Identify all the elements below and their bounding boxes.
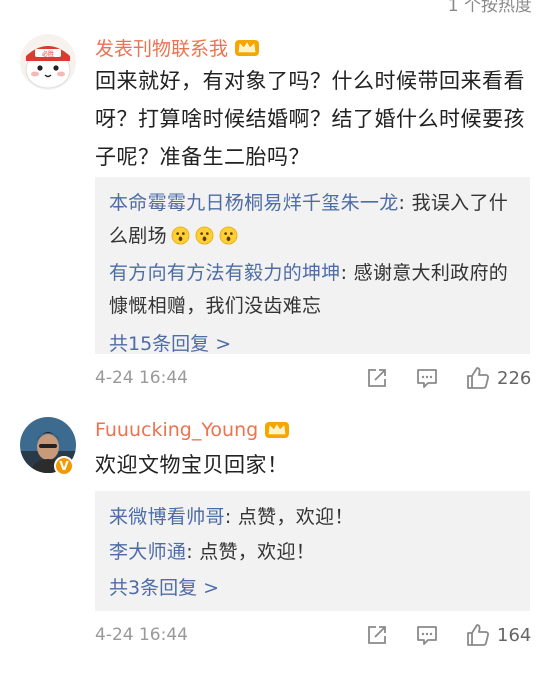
avatar[interactable]: 必胜	[20, 34, 76, 90]
like-count: 226	[497, 367, 532, 389]
like-thumb-icon	[467, 367, 489, 389]
verified-v-icon: V	[54, 456, 74, 476]
like-count: 164	[497, 624, 532, 646]
comment-icon	[417, 626, 437, 645]
username-row: Fuuucking_Young	[95, 419, 290, 441]
reply-separator: :	[340, 262, 354, 284]
reply-author[interactable]: 李大师通	[109, 541, 186, 563]
comment-footer: 4-24 16:44 164	[95, 620, 535, 650]
username[interactable]: 发表刊物联系我	[95, 34, 228, 61]
timestamp: 4-24 16:44	[95, 625, 188, 645]
surprised-face-emoji-icon	[195, 226, 214, 245]
reply-separator: :	[186, 541, 200, 563]
replies-box[interactable]: 本命霉霉九日杨桐易烊千玺朱一龙: 我误入了什么剧场 有方向有方法有毅力的坤坤: …	[95, 177, 530, 355]
like-button[interactable]: 164	[465, 622, 531, 648]
reply-separator: :	[398, 192, 412, 214]
comment-button[interactable]	[415, 366, 439, 390]
reply-author[interactable]: 来微博看帅哥	[109, 506, 225, 528]
comment-footer: 4-24 16:44 226	[95, 363, 535, 393]
share-icon	[368, 626, 386, 644]
reply-author[interactable]: 有方向有方法有毅力的坤坤	[109, 262, 341, 284]
surprised-face-emoji-icon	[171, 226, 190, 245]
username[interactable]: Fuuucking_Young	[95, 419, 258, 441]
reply-item[interactable]: 李大师通: 点赞，欢迎！	[109, 536, 518, 569]
share-icon	[368, 369, 386, 387]
reply-item[interactable]: 本命霉霉九日杨桐易烊千玺朱一龙: 我误入了什么剧场	[109, 187, 518, 253]
comment-text: 欢迎文物宝贝回家！	[95, 453, 289, 477]
replies-box[interactable]: 来微博看帅哥: 点赞，欢迎！ 李大师通: 点赞，欢迎！ 共3条回复 >	[95, 491, 530, 611]
more-replies-link[interactable]: 共15条回复 >	[109, 327, 518, 361]
more-replies-link[interactable]: 共3条回复 >	[109, 571, 518, 605]
crown-badge-icon[interactable]	[264, 420, 290, 440]
reply-item[interactable]: 有方向有方法有毅力的坤坤: 感谢意大利政府的慷慨相赠，我们没齿难忘	[109, 257, 518, 323]
like-thumb-icon	[467, 624, 489, 646]
svg-text:必胜: 必胜	[42, 50, 54, 58]
comment-button[interactable]	[415, 623, 439, 647]
username-row: 发表刊物联系我	[95, 34, 260, 61]
reply-text: 点赞，欢迎！	[199, 541, 316, 563]
share-button[interactable]	[365, 366, 389, 390]
reply-text: 点赞，欢迎！	[237, 506, 354, 528]
sort-by-hot-label[interactable]: 1 个按热度	[448, 0, 532, 16]
cartoon-avatar-icon: 必胜	[20, 34, 76, 90]
comment-icon	[417, 369, 437, 388]
share-button[interactable]	[365, 623, 389, 647]
reply-author[interactable]: 本命霉霉九日杨桐易烊千玺朱一龙	[109, 192, 399, 214]
timestamp: 4-24 16:44	[95, 368, 188, 388]
like-button[interactable]: 226	[465, 365, 531, 391]
crown-badge-icon[interactable]	[234, 38, 260, 58]
comment-text: 回来就好，有对象了吗？什么时候带回来看看呀？打算啥时候结婚啊？结了婚什么时候要孩…	[95, 69, 525, 169]
surprised-face-emoji-icon	[219, 226, 238, 245]
reply-item[interactable]: 来微博看帅哥: 点赞，欢迎！	[109, 501, 518, 534]
reply-separator: :	[224, 506, 238, 528]
